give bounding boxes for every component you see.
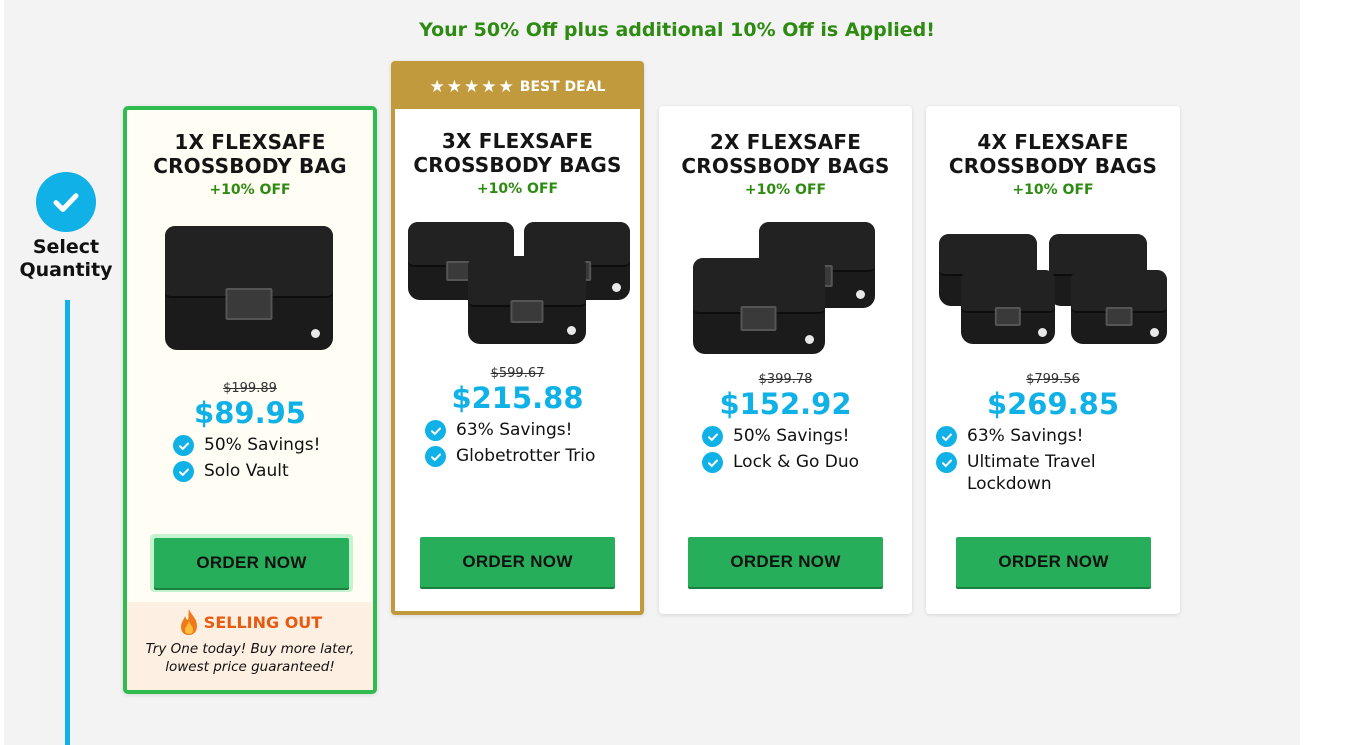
- package-title: 2X FLEXSAFE CROSSBODY BAGS: [681, 130, 890, 178]
- order-now-button[interactable]: ORDER NOW: [956, 537, 1151, 587]
- step-label: Select Quantity: [19, 236, 113, 281]
- order-button-wrapper: ORDER NOW: [688, 537, 883, 587]
- discount-label: +10% OFF: [209, 182, 291, 198]
- discount-label: +10% OFF: [744, 182, 827, 198]
- selling-out-notice: SELLING OUT Try One today! Buy more late…: [127, 602, 373, 690]
- package-card-1x[interactable]: 1X FLEXSAFE CROSSBODY BAG +10% OFF $199.…: [123, 106, 377, 694]
- package-title: 1X FLEXSAFE CROSSBODY BAG: [153, 130, 347, 178]
- check-circle-icon: [36, 172, 96, 232]
- product-image: [163, 226, 337, 360]
- bag-icon: [692, 258, 825, 354]
- feature-item: Ultimate Travel Lockdown: [936, 451, 1170, 495]
- star-icon: ★: [481, 76, 497, 97]
- feature-item: Globetrotter Trio: [425, 445, 640, 467]
- package-card-2x[interactable]: 2X FLEXSAFE CROSSBODY BAGS +10% OFF $399…: [659, 106, 912, 614]
- product-image: [404, 220, 632, 350]
- feature-list: 50% Savings! Lock & Go Duo: [659, 425, 912, 473]
- star-icon: ★: [446, 76, 463, 97]
- order-now-button[interactable]: ORDER NOW: [688, 537, 883, 587]
- check-icon: [173, 461, 194, 482]
- order-now-button[interactable]: ORDER NOW: [154, 538, 349, 588]
- product-image: [692, 222, 879, 362]
- sale-price: $89.95: [194, 396, 306, 430]
- feature-item: Solo Vault: [173, 460, 373, 482]
- feature-item: 63% Savings!: [425, 419, 640, 441]
- original-price: $599.67: [490, 366, 545, 381]
- feature-item: 50% Savings!: [173, 434, 373, 456]
- bag-icon: [1071, 270, 1167, 344]
- rating-stars: ★ ★ ★ ★ ★: [429, 76, 514, 97]
- sale-price: $152.92: [719, 387, 852, 421]
- feature-item: 63% Savings!: [936, 425, 1170, 447]
- package-card-3x[interactable]: ★ ★ ★ ★ ★ BEST DEAL 3X FLEXSAFE CROSSBODY BA…: [391, 61, 644, 615]
- order-now-button[interactable]: ORDER NOW: [420, 537, 615, 587]
- star-icon: ★: [464, 76, 480, 97]
- star-icon: ★: [498, 76, 514, 97]
- step-progress-line: [65, 300, 70, 745]
- check-icon: [936, 426, 957, 447]
- package-card-4x[interactable]: 4X FLEXSAFE CROSSBODY BAGS +10% OFF $799…: [926, 106, 1180, 614]
- check-icon: [702, 426, 723, 447]
- bag-icon: [467, 256, 586, 344]
- original-price: $199.89: [223, 381, 277, 396]
- product-image: [937, 234, 1169, 354]
- bag-icon: [961, 270, 1055, 344]
- package-title: 4X FLEXSAFE CROSSBODY BAGS: [948, 130, 1158, 178]
- check-icon: [425, 446, 446, 467]
- feature-list: 63% Savings! Ultimate Travel Lockdown: [926, 425, 1180, 495]
- original-price: $799.56: [1026, 372, 1080, 387]
- check-icon: [702, 452, 723, 473]
- feature-item: 50% Savings!: [702, 425, 912, 447]
- order-button-wrapper: ORDER NOW: [150, 534, 353, 592]
- sale-price: $269.85: [986, 387, 1120, 421]
- order-button-wrapper: ORDER NOW: [420, 537, 615, 587]
- offer-section: Your 50% Off plus additional 10% Off is …: [4, 0, 1300, 745]
- check-icon: [425, 420, 446, 441]
- star-icon: ★: [429, 76, 445, 97]
- feature-list: 63% Savings! Globetrotter Trio: [395, 419, 640, 467]
- bag-icon: [165, 226, 333, 350]
- check-icon: [936, 452, 957, 473]
- fire-icon: [180, 609, 197, 635]
- original-price: $399.78: [758, 372, 813, 387]
- feature-item: Lock & Go Duo: [702, 451, 912, 473]
- discount-label: +10% OFF: [1012, 182, 1094, 198]
- discount-label: +10% OFF: [476, 181, 559, 197]
- promo-banner: Your 50% Off plus additional 10% Off is …: [419, 19, 935, 41]
- step-indicator: Select Quantity: [14, 172, 118, 282]
- package-title: 3X FLEXSAFE CROSSBODY BAGS: [413, 129, 622, 177]
- best-deal-badge: ★ ★ ★ ★ ★ BEST DEAL: [395, 65, 640, 109]
- feature-list: 50% Savings! Solo Vault: [127, 434, 373, 482]
- sale-price: $215.88: [451, 381, 584, 415]
- order-button-wrapper: ORDER NOW: [956, 537, 1151, 587]
- check-icon: [173, 435, 194, 456]
